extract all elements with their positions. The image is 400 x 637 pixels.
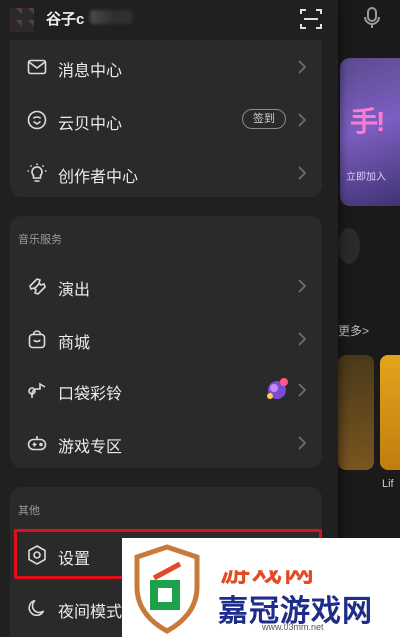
- ringtone-promo-icon: [262, 374, 292, 404]
- menu-item-label: 创作者中心: [58, 169, 139, 186]
- ringtone-icon: [26, 379, 48, 401]
- chevron-right-icon: [296, 435, 308, 451]
- watermark-top-text: 游戏网: [220, 555, 316, 588]
- menu-item-label: 夜间模式: [58, 604, 123, 621]
- menu-item-label: 商城: [58, 335, 91, 352]
- username-redaction: [90, 10, 132, 24]
- watermark-url: www.03mm.net: [262, 622, 324, 632]
- drawer-header: 谷子c: [0, 0, 338, 40]
- username[interactable]: 谷子c: [46, 8, 84, 29]
- scan-icon[interactable]: [298, 6, 324, 32]
- menu-item-games[interactable]: 游戏专区: [10, 417, 322, 469]
- background-circle-icon[interactable]: [338, 228, 360, 264]
- avatar[interactable]: [10, 8, 34, 32]
- watermark: 游戏网 嘉冠游戏网 www.03mm.net: [122, 538, 400, 637]
- chevron-right-icon: [296, 112, 308, 128]
- chevron-right-icon: [296, 331, 308, 347]
- menu-item-label: 消息中心: [58, 63, 123, 80]
- menu-item-label: 口袋彩铃: [58, 386, 123, 403]
- background-card[interactable]: [338, 355, 374, 470]
- coin-icon: [26, 109, 48, 131]
- menu-item-shows[interactable]: 演出: [10, 260, 322, 312]
- microphone-icon[interactable]: [360, 6, 384, 30]
- background-banner[interactable]: 手! 立即加入: [340, 58, 400, 206]
- gamepad-icon: [26, 432, 48, 454]
- watermark-logo: [132, 544, 202, 634]
- bulb-icon: [26, 162, 48, 184]
- section-title-other: 其他: [18, 505, 40, 517]
- menu-item-store[interactable]: 商城: [10, 313, 322, 365]
- menu-item-label: 演出: [58, 282, 91, 299]
- background-card[interactable]: [380, 355, 400, 470]
- bag-icon: [26, 328, 48, 350]
- mail-icon: [26, 56, 48, 78]
- checkin-badge[interactable]: 签到: [242, 109, 286, 129]
- menu-item-label: 云贝中心: [58, 116, 123, 133]
- menu-item-messages[interactable]: 消息中心: [10, 41, 322, 93]
- menu-item-pocket-ringtone[interactable]: 口袋彩铃: [10, 364, 322, 416]
- chevron-right-icon: [296, 382, 308, 398]
- menu-item-label: 设置: [58, 551, 91, 568]
- banner-subtext: 立即加入: [346, 172, 386, 183]
- more-link[interactable]: 更多>: [338, 322, 369, 339]
- chevron-right-icon: [296, 278, 308, 294]
- banner-text: 手!: [350, 106, 385, 137]
- chevron-right-icon: [296, 59, 308, 75]
- background-card-label: Lif: [382, 478, 394, 490]
- menu-item-label: 游戏专区: [58, 439, 123, 456]
- settings-icon: [26, 544, 48, 566]
- menu-item-creator-center[interactable]: 创作者中心: [10, 147, 322, 199]
- ticket-icon: [26, 275, 48, 297]
- menu-item-coin-center[interactable]: 云贝中心 签到: [10, 94, 322, 146]
- moon-icon: [26, 597, 48, 619]
- section-title-music: 音乐服务: [18, 234, 62, 246]
- chevron-right-icon: [296, 165, 308, 181]
